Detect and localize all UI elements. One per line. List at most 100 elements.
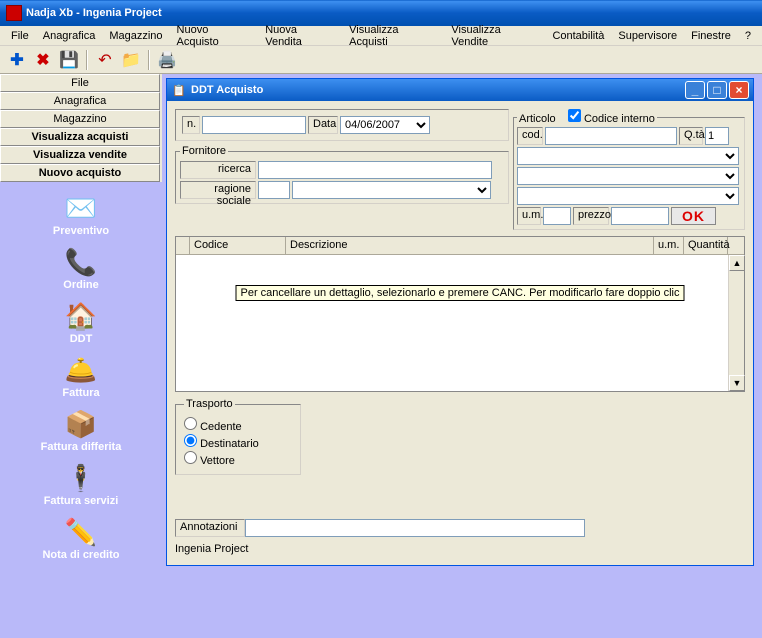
grid-hint: Per cancellare un dettaglio, selezionarl… [236, 285, 685, 301]
menu-visualizza-acquisti[interactable]: Visualizza Acquisti [342, 22, 444, 50]
sidebar-item-label: Preventivo [53, 225, 109, 237]
sidebar-item-fattura[interactable]: 🛎️Fattura [62, 350, 99, 402]
print-icon[interactable]: 🖨️ [156, 49, 178, 71]
codint-checkbox[interactable] [568, 109, 581, 122]
ragione-select[interactable] [292, 181, 491, 199]
maximize-button[interactable]: □ [707, 81, 727, 99]
scroll-up-icon[interactable]: ▲ [729, 255, 745, 271]
toolbar: ✚ ✖ 💾 ↶ 📁 🖨️ [0, 46, 762, 74]
trasporto-vettore[interactable]: Vettore [184, 451, 292, 467]
annot-input[interactable] [245, 519, 585, 537]
menu-magazzino[interactable]: Magazzino [102, 28, 169, 44]
undo-icon[interactable]: ↶ [94, 49, 116, 71]
ok-button[interactable]: OK [671, 207, 716, 225]
save-icon[interactable]: 💾 [58, 49, 80, 71]
prezzo-input[interactable] [611, 207, 669, 225]
sidebar-buttons: File Anagrafica Magazzino Visualizza acq… [0, 74, 162, 182]
menu-anagrafica[interactable]: Anagrafica [36, 28, 103, 44]
um-input[interactable] [543, 207, 571, 225]
app-title: Nadja Xb - Ingenia Project [26, 7, 162, 19]
child-footer: Ingenia Project [175, 541, 745, 557]
grid-col-quantita[interactable]: Quantità [684, 237, 728, 254]
child-titlebar[interactable]: 📋 DDT Acquisto _ □ × [167, 79, 753, 101]
trasporto-cedente[interactable]: Cedente [184, 417, 292, 433]
menu-visualizza-vendite[interactable]: Visualizza Vendite [444, 22, 545, 50]
ricerca-input[interactable] [258, 161, 492, 179]
mdi-area: 📋 DDT Acquisto _ □ × n. Data 0 [162, 74, 762, 638]
menu-supervisore[interactable]: Supervisore [611, 28, 684, 44]
grid-col-codice[interactable]: Codice [190, 237, 286, 254]
workspace: File Anagrafica Magazzino Visualizza acq… [0, 74, 762, 638]
sidebar-btn-vis-acquisti[interactable]: Visualizza acquisti [0, 128, 160, 146]
menu-file[interactable]: File [4, 28, 36, 44]
sidebar-item-label: Fattura differita [41, 441, 122, 453]
minimize-button[interactable]: _ [685, 81, 705, 99]
grid-col-um[interactable]: u.m. [654, 237, 684, 254]
scroll-down-icon[interactable]: ▼ [729, 375, 745, 391]
phone-icon: 📞 [64, 245, 98, 279]
sidebar-item-label: DDT [70, 333, 93, 345]
menu-nuovo-acquisto[interactable]: Nuovo Acquisto [170, 22, 259, 50]
sidebar: File Anagrafica Magazzino Visualizza acq… [0, 74, 162, 638]
toolbar-sep [86, 50, 88, 70]
grid-rowheader [176, 237, 190, 254]
ragione-code-input[interactable] [258, 181, 290, 199]
sidebar-btn-file[interactable]: File [0, 74, 160, 92]
sidebar-item-label: Nota di credito [42, 549, 119, 561]
toolbar-sep2 [148, 50, 150, 70]
trasporto-destinatario[interactable]: Destinatario [184, 434, 292, 450]
sidebar-item-label: Fattura [62, 387, 99, 399]
annot-label: Annotazioni [175, 519, 245, 537]
sidebar-btn-vis-vendite[interactable]: Visualizza vendite [0, 146, 160, 164]
sidebar-item-fattura-differita[interactable]: 📦Fattura differita [41, 404, 122, 456]
child-window: 📋 DDT Acquisto _ □ × n. Data 0 [166, 78, 754, 566]
pencil-icon: ✏️ [64, 515, 98, 549]
qta-input[interactable] [705, 127, 729, 145]
n-input[interactable] [202, 116, 306, 134]
grid-scrollbar[interactable]: ▲ ▼ [728, 255, 744, 391]
app-icon [6, 5, 22, 21]
radio-vettore[interactable] [184, 451, 197, 464]
child-icon: 📋 [171, 82, 187, 98]
sidebar-item-preventivo[interactable]: ✉️Preventivo [53, 188, 109, 240]
sidebar-item-fattura-servizi[interactable]: 🕴️Fattura servizi [44, 458, 119, 510]
radio-cedente[interactable] [184, 417, 197, 430]
trasporto-legend: Trasporto [184, 398, 235, 410]
data-label: Data [308, 116, 338, 134]
articolo-sel3[interactable] [517, 187, 739, 205]
form: n. Data 04/06/2007 Fornitore ricerca [167, 101, 753, 565]
menubar: File Anagrafica Magazzino Nuovo Acquisto… [0, 26, 762, 46]
folder-icon[interactable]: 📁 [120, 49, 142, 71]
menu-finestre[interactable]: Finestre [684, 28, 738, 44]
new-icon[interactable]: ✚ [6, 49, 28, 71]
fornitore-legend: Fornitore [180, 145, 228, 157]
child-title-text: DDT Acquisto [191, 84, 263, 96]
cod-input[interactable] [545, 127, 677, 145]
radio-destinatario[interactable] [184, 434, 197, 447]
ragione-label: ragione sociale [180, 181, 256, 199]
sidebar-item-ordine[interactable]: 📞Ordine [63, 242, 98, 294]
delete-icon[interactable]: ✖ [32, 49, 54, 71]
sidebar-item-nota-credito[interactable]: ✏️Nota di credito [42, 512, 119, 564]
bell-icon: 🛎️ [64, 353, 98, 387]
sidebar-icons: ✉️Preventivo 📞Ordine 🏠DDT 🛎️Fattura 📦Fat… [0, 182, 162, 638]
close-button[interactable]: × [729, 81, 749, 99]
fornitore-fieldset: Fornitore ricerca ragione sociale [175, 145, 509, 204]
menu-nuova-vendita[interactable]: Nuova Vendita [258, 22, 342, 50]
grid-col-descrizione[interactable]: Descrizione [286, 237, 654, 254]
articolo-sel2[interactable] [517, 167, 739, 185]
sidebar-item-ddt[interactable]: 🏠DDT [64, 296, 98, 348]
sidebar-btn-nuovo-acquisto[interactable]: Nuovo acquisto [0, 164, 160, 182]
articolo-sel1[interactable] [517, 147, 739, 165]
qta-label: Q.tà [679, 127, 703, 145]
menu-help[interactable]: ? [738, 28, 758, 44]
ricerca-label: ricerca [180, 161, 256, 179]
sidebar-btn-anagrafica[interactable]: Anagrafica [0, 92, 160, 110]
sidebar-btn-magazzino[interactable]: Magazzino [0, 110, 160, 128]
menu-contabilita[interactable]: Contabilità [545, 28, 611, 44]
data-select[interactable]: 04/06/2007 [340, 116, 430, 134]
detail-grid[interactable]: Codice Descrizione u.m. Quantità Per can… [175, 236, 745, 392]
grid-header: Codice Descrizione u.m. Quantità [176, 237, 744, 255]
box-icon: 📦 [64, 407, 98, 441]
prezzo-label: prezzo [573, 207, 609, 225]
